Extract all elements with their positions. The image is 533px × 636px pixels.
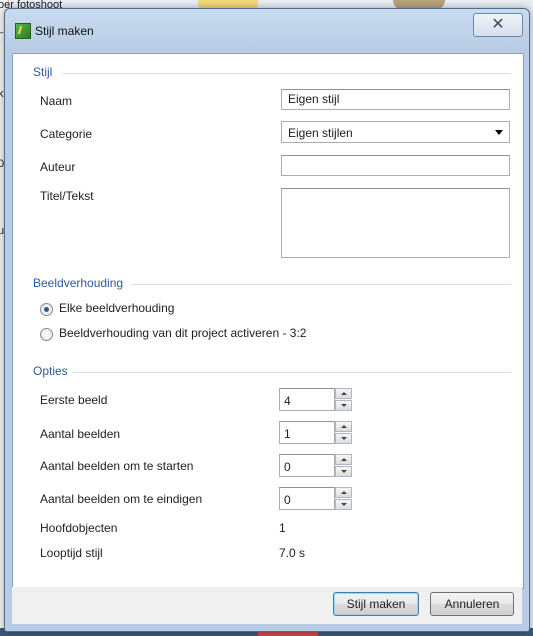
- group-divider: [73, 372, 511, 373]
- categorie-selected: Eigen stijlen: [288, 126, 353, 140]
- eerste-beeld-label: Eerste beeld: [40, 393, 108, 407]
- radio-label[interactable]: Beeldverhouding van dit project activere…: [59, 326, 306, 340]
- radio-project-beeldverhouding[interactable]: [40, 328, 53, 341]
- stijl-maken-button[interactable]: Stijl maken: [333, 592, 419, 616]
- spin-down-icon[interactable]: [335, 433, 352, 444]
- dialog-footer: Stijl maken Annuleren: [12, 587, 522, 624]
- radio-elke-beeldverhouding[interactable]: [40, 303, 53, 316]
- eerste-beeld-stepper[interactable]: 4: [279, 388, 353, 411]
- hoofdobjecten-label: Hoofdobjecten: [40, 521, 118, 535]
- categorie-label: Categorie: [40, 127, 93, 141]
- title-bar[interactable]: Stijl maken ✕: [5, 9, 529, 41]
- eindigen-stepper[interactable]: 0: [279, 487, 353, 510]
- group-title-opties: Opties: [33, 364, 68, 378]
- looptijd-label: Looptijd stijl: [40, 546, 103, 560]
- window-title: Stijl maken: [35, 24, 94, 38]
- background-text: k: [0, 88, 4, 100]
- spin-up-icon[interactable]: [335, 487, 352, 498]
- close-icon: ✕: [491, 16, 505, 33]
- looptijd-value: 7.0 s: [279, 546, 306, 560]
- group-divider: [131, 284, 511, 285]
- annuleren-button[interactable]: Annuleren: [430, 592, 514, 616]
- naam-label: Naam: [40, 94, 73, 108]
- aantal-beelden-label: Aantal beelden: [40, 427, 121, 441]
- starten-label: Aantal beelden om te starten: [40, 459, 194, 473]
- hoofdobjecten-value: 1: [279, 521, 286, 535]
- auteur-field[interactable]: [281, 155, 510, 176]
- group-title-beeldverhouding: Beeldverhouding: [33, 276, 124, 290]
- eindigen-label: Aantal beelden om te eindigen: [40, 492, 203, 506]
- eerste-beeld-input[interactable]: 4: [279, 388, 335, 411]
- dialog-window: Stijl maken ✕ Stijl Naam Eigen stijl Cat…: [4, 8, 530, 632]
- auteur-label: Auteur: [40, 160, 76, 174]
- picture-style-icon: [15, 23, 31, 39]
- group-divider: [63, 73, 511, 74]
- group-title-stijl: Stijl: [33, 65, 53, 79]
- naam-field[interactable]: Eigen stijl: [281, 89, 510, 110]
- radio-label[interactable]: Elke beeldverhouding: [59, 301, 174, 315]
- eindigen-input[interactable]: 0: [279, 487, 335, 510]
- spin-up-icon[interactable]: [335, 388, 352, 399]
- titel-textarea[interactable]: [281, 188, 510, 258]
- starten-input[interactable]: 0: [279, 454, 335, 477]
- aantal-beelden-stepper[interactable]: 1: [279, 421, 353, 444]
- chevron-down-icon: [495, 130, 503, 135]
- close-button[interactable]: ✕: [473, 13, 523, 37]
- spin-up-icon[interactable]: [335, 454, 352, 465]
- categorie-dropdown[interactable]: Eigen stijlen: [281, 121, 510, 143]
- starten-stepper[interactable]: 0: [279, 454, 353, 477]
- spin-up-icon[interactable]: [335, 421, 352, 432]
- spin-down-icon[interactable]: [335, 466, 352, 477]
- spin-down-icon[interactable]: [335, 499, 352, 510]
- spin-down-icon[interactable]: [335, 400, 352, 411]
- titel-label: Titel/Tekst: [40, 189, 94, 203]
- aantal-beelden-input[interactable]: 1: [279, 421, 335, 444]
- dialog-content: Stijl Naam Eigen stijl Categorie Eigen s…: [12, 53, 524, 589]
